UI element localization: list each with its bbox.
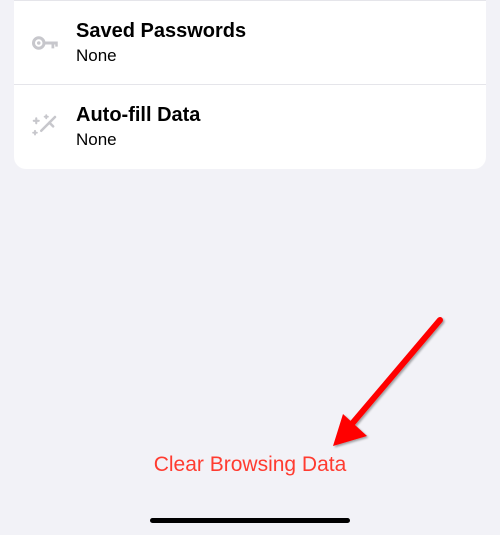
row-subtitle: None [76, 45, 246, 66]
key-icon [30, 28, 76, 58]
wand-icon [30, 112, 76, 142]
row-subtitle: None [76, 129, 200, 150]
home-indicator[interactable] [150, 518, 350, 523]
row-autofill-data[interactable]: Auto-fill Data None [14, 84, 486, 168]
row-saved-passwords[interactable]: Saved Passwords None [14, 0, 486, 84]
row-title: Saved Passwords [76, 19, 246, 44]
row-text-block: Saved Passwords None [76, 19, 246, 66]
settings-data-card: Saved Passwords None Auto-fill Data None [14, 0, 486, 169]
clear-browsing-data-button[interactable]: Clear Browsing Data [0, 453, 500, 477]
row-title: Auto-fill Data [76, 103, 200, 128]
row-text-block: Auto-fill Data None [76, 103, 200, 150]
